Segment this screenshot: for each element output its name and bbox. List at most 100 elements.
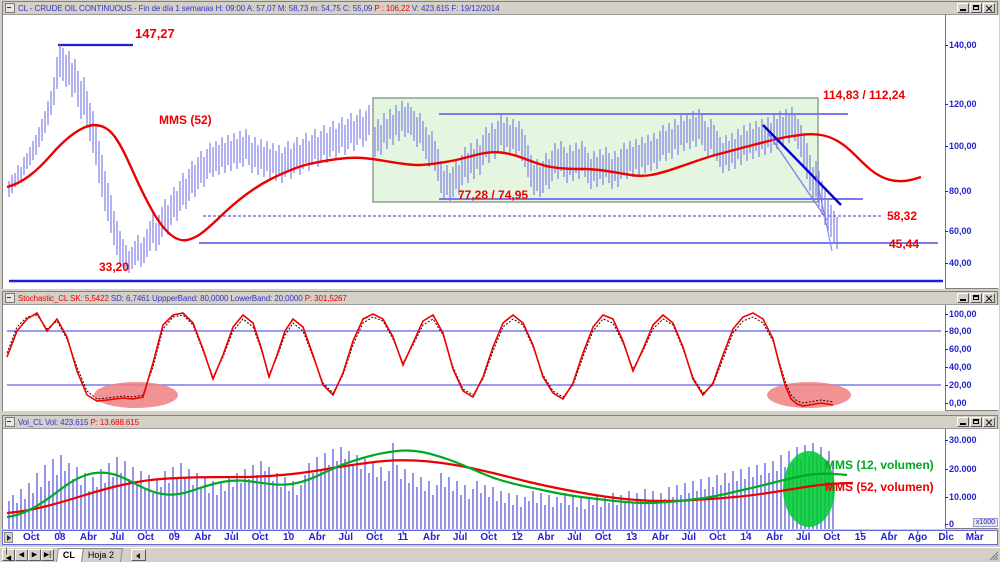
stochastic-y-tick: 0,00: [945, 398, 967, 408]
oversold-highlight-2009: [94, 382, 178, 408]
volume-panel-titlebar[interactable]: Vol_CL Vol: 423.615 P: 13.688.615: [3, 416, 997, 429]
date-axis-tick: 11: [397, 531, 409, 543]
maximize-button[interactable]: [970, 293, 982, 303]
stochastic-panel-titlebar[interactable]: Stochastic_CL SK: 5,5422 SD: 6,7461 Uppp…: [3, 292, 997, 305]
annotation-mms52: MMS (52): [159, 113, 212, 127]
price-y-tick: 140,00: [945, 40, 977, 50]
stochastic-plot-area[interactable]: [3, 305, 945, 411]
date-axis-tick-mark: [631, 531, 633, 534]
annotation-support: 77,28 / 74,95: [458, 188, 529, 202]
date-axis-tick-mark: [831, 531, 833, 534]
system-menu-icon[interactable]: [5, 417, 15, 427]
date-axis-tick: Jul: [681, 531, 697, 543]
minimize-button[interactable]: [957, 3, 969, 13]
volume-plot-svg: [6, 443, 854, 529]
first-sheet-button[interactable]: |◀: [2, 548, 15, 562]
volume-name: Vol_CL: [18, 417, 43, 427]
date-axis-tick: 08: [54, 531, 66, 543]
system-menu-icon[interactable]: [5, 3, 15, 13]
price-plot-area[interactable]: [3, 15, 945, 289]
date-axis-tick-mark: [88, 531, 90, 534]
date-axis-tick-mark: [803, 531, 805, 534]
date-axis-tick-mark: [688, 531, 690, 534]
tab-scroll-button[interactable]: [131, 549, 147, 561]
minimize-button[interactable]: [957, 293, 969, 303]
volume-panel: Vol_CL Vol: 423.615 P: 13.688.615 MMS (1…: [2, 415, 999, 529]
last-sheet-icon: ▶|: [43, 551, 52, 559]
next-sheet-button[interactable]: ▶: [28, 549, 41, 561]
date-axis[interactable]: Oct 08 Abr Jul Oct 09 Abr Jul Oct 10 Abr Jul Oct 11 Ab…: [2, 530, 998, 545]
first-sheet-icon: |◀: [5, 548, 12, 562]
date-axis-tick: Oct: [709, 531, 726, 543]
date-axis-tick: Jul: [452, 531, 468, 543]
date-axis-tick: 09: [168, 531, 180, 543]
maximize-button[interactable]: [970, 3, 982, 13]
close-button[interactable]: [983, 3, 995, 13]
volume-y-tick: 10.000: [945, 492, 977, 502]
system-menu-icon[interactable]: [5, 293, 15, 303]
date-axis-tick-mark: [345, 531, 347, 534]
date-axis-tick: Oct: [594, 531, 612, 543]
axis-scroll-left-icon[interactable]: [4, 532, 13, 543]
date-axis-tick: 13: [626, 531, 638, 543]
sheet-tab-hoja2[interactable]: Hoja 2: [81, 548, 123, 562]
date-axis-tick: Abr: [79, 531, 98, 543]
stochastic-p: P: 301,5267: [304, 293, 347, 303]
last-sheet-button[interactable]: ▶|: [41, 549, 54, 561]
price-panel-titlebar[interactable]: CL - CRUDE OIL CONTINUOUS - Fin de día 1…: [3, 2, 997, 15]
sheet-tab-cl[interactable]: CL: [56, 548, 84, 562]
close-button[interactable]: [983, 417, 995, 427]
date-axis-tick: Abr: [765, 531, 784, 543]
date-axis-tick-mark: [402, 531, 404, 534]
volume-plot-area[interactable]: [3, 429, 945, 529]
date-axis-tick: Oct: [137, 531, 154, 543]
date-axis-tick-mark: [860, 531, 862, 534]
volume-value: Vol: 423.615: [45, 417, 89, 427]
stochastic-panel: Stochastic_CL SK: 5,5422 SD: 6,7461 Uppp…: [2, 291, 999, 411]
date-axis-tick: 12: [511, 531, 523, 543]
prev-sheet-button[interactable]: ◀: [15, 549, 28, 561]
date-axis-tick: Oct: [823, 531, 841, 543]
date-axis-tick: Oct: [251, 531, 269, 543]
date-axis-tick-mark: [202, 531, 204, 534]
stochastic-plot-svg: [6, 311, 941, 408]
sheet-tab-bar: |◀ ◀ ▶ ▶| CL Hoja 2: [0, 547, 1000, 562]
date-axis-tick-mark: [488, 531, 490, 534]
volume-panel-title: Vol_CL Vol: 423.615 P: 13.688.615: [18, 418, 139, 427]
volume-axis-multiplier: x1000: [972, 518, 998, 527]
close-button[interactable]: [983, 293, 995, 303]
date-axis-tick: Abr: [422, 531, 441, 543]
date-axis-tick: Abr: [194, 531, 212, 543]
date-axis-tick-mark: [660, 531, 662, 534]
stochastic-y-tick: 40,00: [945, 362, 972, 372]
volume-legend: MMS (12, volumen) MMS (52, volumen): [825, 458, 934, 494]
volume-y-axis[interactable]: 30.000 20.000 10.000 0 x1000: [944, 429, 999, 529]
date-axis-tick-mark: [374, 531, 376, 534]
maximize-button[interactable]: [970, 417, 982, 427]
price-chart-panel: CL - CRUDE OIL CONTINUOUS - Fin de día 1…: [2, 1, 999, 289]
date-axis-tick-mark: [317, 531, 319, 534]
date-axis-tick: Oct: [22, 531, 40, 543]
stochastic-y-tick: 80,00: [945, 326, 972, 336]
date-axis-tick-mark: [59, 531, 61, 534]
price-y-axis[interactable]: 140,00 120,00 100,00 80,00 60,00 40,00: [945, 15, 999, 288]
price-y-tick: 120,00: [945, 99, 977, 109]
date-axis-tick: Jul: [338, 531, 353, 543]
prev-sheet-icon: ◀: [18, 551, 25, 559]
date-axis-tick-mark: [946, 531, 948, 534]
price-panel-title-prev: P : 106,22: [374, 3, 410, 13]
minimize-button[interactable]: [957, 417, 969, 427]
date-axis-tick-mark: [545, 531, 547, 534]
price-y-tick: 40,00: [945, 258, 972, 268]
date-axis-tick-mark: [888, 531, 890, 534]
oversold-highlight-2015: [767, 382, 851, 408]
date-axis-tick: Abr: [308, 531, 326, 543]
date-axis-tick-mark: [460, 531, 462, 534]
price-panel-title-tail: V: 423.615 F: 19/12/2014: [409, 3, 500, 13]
date-axis-tick: Abr: [880, 531, 898, 543]
resize-grip-icon[interactable]: [987, 549, 999, 561]
volume-y-tick: 0: [944, 519, 955, 529]
stochastic-y-axis[interactable]: 100,00 80,00 60,00 40,00 20,00 0,00: [945, 305, 999, 410]
date-axis-tick: Jul: [224, 531, 239, 543]
date-axis-tick-mark: [145, 531, 147, 534]
